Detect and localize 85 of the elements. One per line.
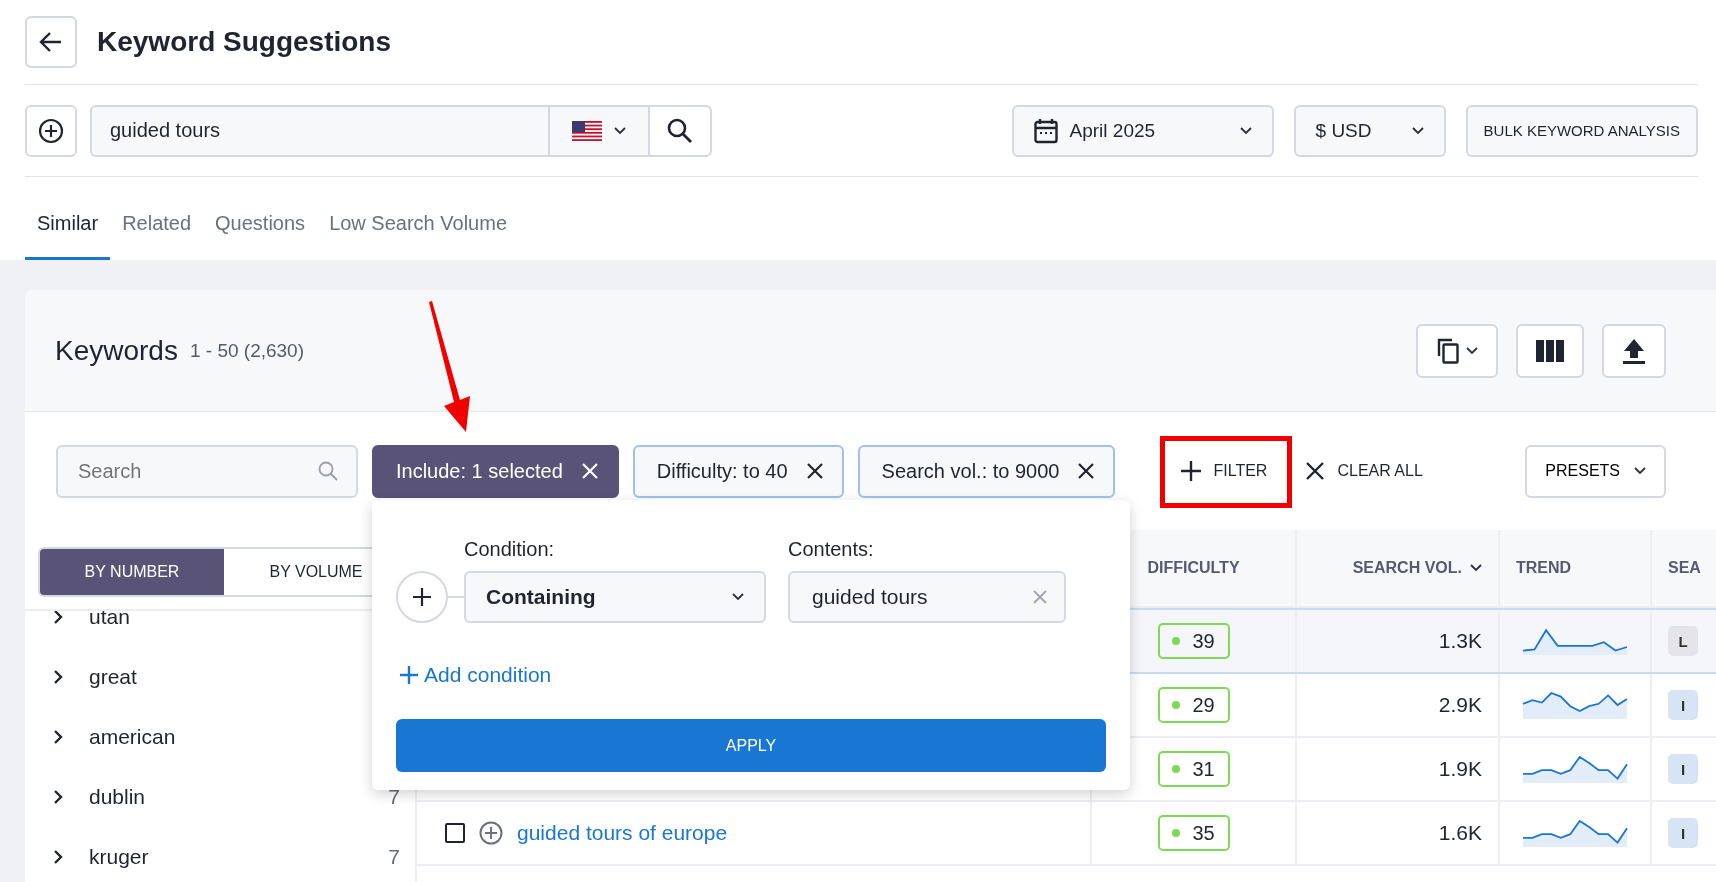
column-header[interactable]: SEARCH VOL. [1297, 530, 1500, 606]
copy-dropdown[interactable] [1416, 323, 1498, 378]
back-arrow-icon [39, 31, 63, 53]
search-volume: 1.9K [1297, 738, 1500, 800]
group-count: 7 [388, 785, 400, 809]
columns-icon [1536, 339, 1564, 362]
chevron-right-icon[interactable] [53, 849, 63, 865]
keyword-search-field[interactable]: guided tours [90, 104, 712, 157]
contents-field[interactable]: guided tours [788, 571, 1066, 623]
page-title: Keyword Suggestions [97, 26, 392, 58]
plus-icon [1181, 461, 1202, 481]
difficulty-badge: 39 [1157, 623, 1230, 659]
search-volume: 2.9K [1297, 674, 1500, 736]
presets-dropdown[interactable]: PRESETS [1525, 444, 1666, 498]
plus-circle-icon [38, 117, 64, 144]
result-range: 1 - 50 (2,630) [189, 339, 304, 362]
chevron-down-icon [1239, 126, 1252, 135]
chevron-right-icon[interactable] [53, 611, 63, 625]
group-name[interactable]: kruger [89, 845, 363, 869]
chevron-down-icon [614, 126, 626, 135]
plus-icon [400, 666, 418, 684]
sort-caret-icon [1470, 564, 1482, 572]
plus-circle-icon[interactable] [479, 821, 503, 845]
plus-icon [412, 587, 432, 607]
currency-dropdown[interactable]: $ USD [1293, 104, 1446, 157]
contents-input[interactable]: guided tours [810, 584, 1032, 610]
tab[interactable]: Low Search Volume [317, 212, 519, 260]
condition-dropdown[interactable]: Containing [464, 571, 766, 623]
keyword-link[interactable]: guided tours of europe [517, 821, 728, 845]
export-button[interactable] [1602, 323, 1666, 378]
close-icon [1077, 462, 1096, 480]
table-row[interactable]: guided tours of europe 35 1.6K I [417, 802, 1716, 866]
filter-chip[interactable]: Include: 1 selected [372, 444, 619, 498]
section-title: Keywords [55, 334, 178, 367]
search-volume: 1.6K [1297, 802, 1500, 864]
search-icon [318, 461, 338, 481]
intent-badge: I [1668, 818, 1698, 848]
columns-button[interactable] [1516, 323, 1584, 378]
search-volume: 1.3K [1297, 610, 1500, 672]
add-filter-button[interactable]: FILTER [1169, 444, 1280, 498]
back-button[interactable] [25, 16, 77, 68]
close-icon [805, 462, 824, 480]
flag-icon [572, 120, 602, 141]
add-condition-link[interactable]: Add condition [400, 663, 552, 687]
filter-chip[interactable]: Search vol.: to 9000 [857, 444, 1116, 498]
tab[interactable]: Questions [203, 212, 318, 260]
group-toggle-option[interactable]: BY NUMBER [40, 549, 224, 595]
keyword-input[interactable]: guided tours [92, 106, 548, 155]
chevron-down-icon [1634, 467, 1646, 475]
filter-search-input[interactable]: Search [76, 458, 318, 484]
chevron-right-icon[interactable] [53, 669, 63, 685]
upload-icon [1622, 337, 1646, 364]
filter-chip[interactable]: Difficulty: to 40 [632, 444, 844, 498]
contents-label: Contents: [788, 538, 875, 561]
difficulty-badge: 29 [1157, 687, 1230, 723]
close-icon [580, 462, 599, 480]
difficulty-badge: 31 [1157, 751, 1230, 787]
row-checkbox[interactable] [445, 823, 465, 843]
difficulty-badge: 35 [1157, 815, 1230, 851]
column-header[interactable]: SEA [1652, 530, 1716, 606]
close-icon [1305, 461, 1326, 481]
tab[interactable]: Related [110, 212, 204, 260]
chevron-down-icon [732, 593, 744, 601]
add-button[interactable] [25, 104, 77, 157]
condition-label: Condition: [464, 538, 556, 561]
intent-badge: L [1668, 626, 1698, 656]
apply-button[interactable]: APPLY [396, 719, 1106, 772]
search-button[interactable] [648, 106, 710, 155]
add-group-button[interactable] [396, 571, 448, 623]
clear-all-button[interactable]: CLEAR ALL [1293, 444, 1435, 498]
bulk-analysis-button[interactable]: BULK KEYWORD ANALYSIS [1465, 104, 1698, 157]
column-header[interactable]: TREND [1500, 530, 1652, 606]
calendar-icon [1033, 117, 1058, 144]
intent-badge: I [1668, 754, 1698, 784]
copy-icon [1436, 337, 1460, 364]
chevron-right-icon[interactable] [53, 789, 63, 805]
filter-search-field[interactable]: Search [56, 444, 358, 498]
group-name[interactable]: dublin [89, 785, 363, 809]
chevron-down-icon [1466, 346, 1478, 355]
group-count: 7 [388, 845, 400, 869]
search-icon [667, 117, 693, 144]
intent-badge: I [1668, 690, 1698, 720]
chevron-down-icon [1411, 126, 1424, 135]
date-dropdown[interactable]: April 2025 [1011, 104, 1274, 157]
chevron-right-icon[interactable] [53, 729, 63, 745]
